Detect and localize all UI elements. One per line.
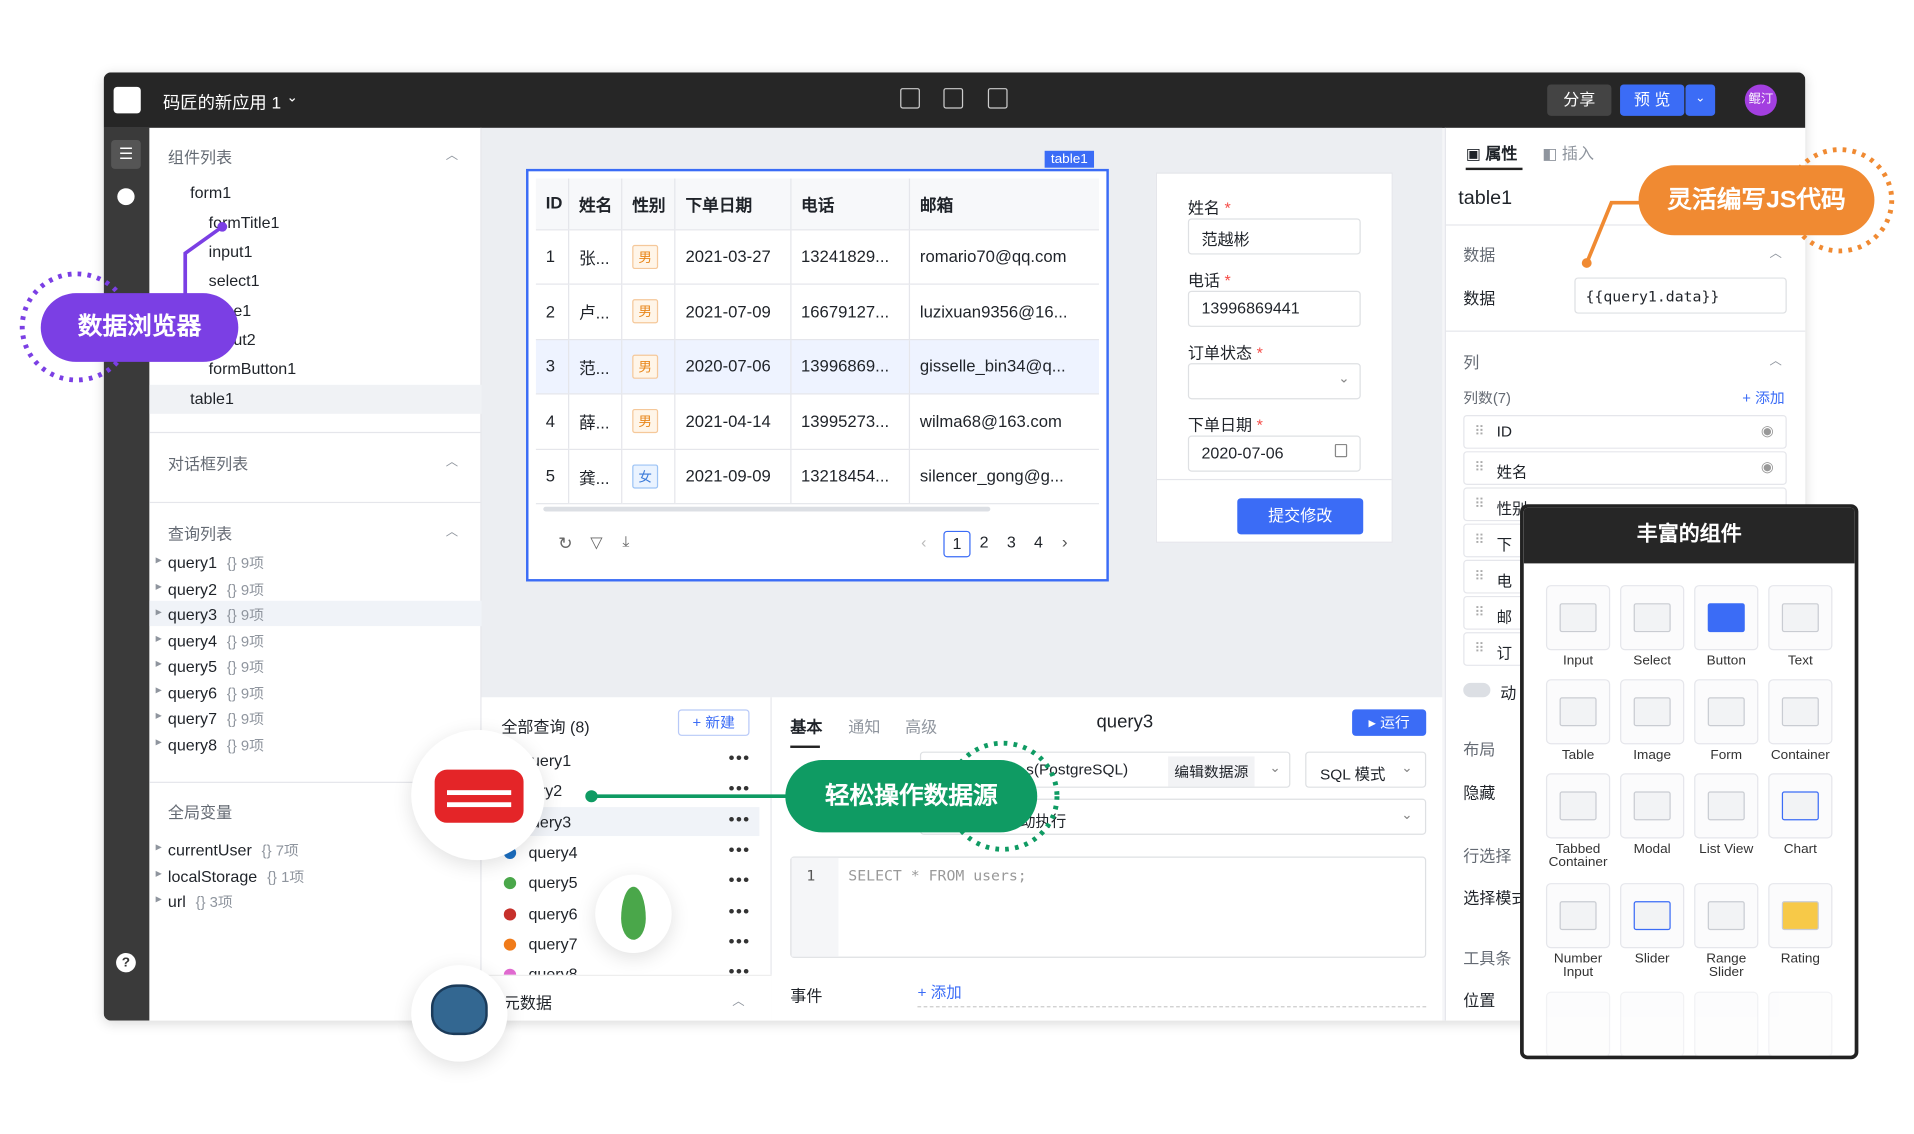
callout-datasource: 轻松操作数据源 (785, 760, 1038, 833)
callout-js: 灵活编写JS代码 (1638, 165, 1875, 236)
couch-stripe (446, 790, 512, 796)
mongodb-logo (595, 874, 672, 954)
connector-dot (1581, 258, 1592, 268)
connector-line (1584, 200, 1643, 264)
callout-lines (19, 147, 1895, 852)
connector-line (183, 225, 224, 296)
callout-data-browser: 数据浏览器 (40, 293, 239, 362)
leaf-icon (621, 886, 646, 940)
couchdb-logo (411, 729, 545, 861)
postgresql-logo (411, 965, 508, 1062)
elephant-icon (430, 984, 488, 1036)
couch-icon (434, 769, 524, 823)
couch-stripe (446, 802, 512, 808)
connector-dot (217, 221, 228, 232)
connector-dot (585, 790, 598, 803)
